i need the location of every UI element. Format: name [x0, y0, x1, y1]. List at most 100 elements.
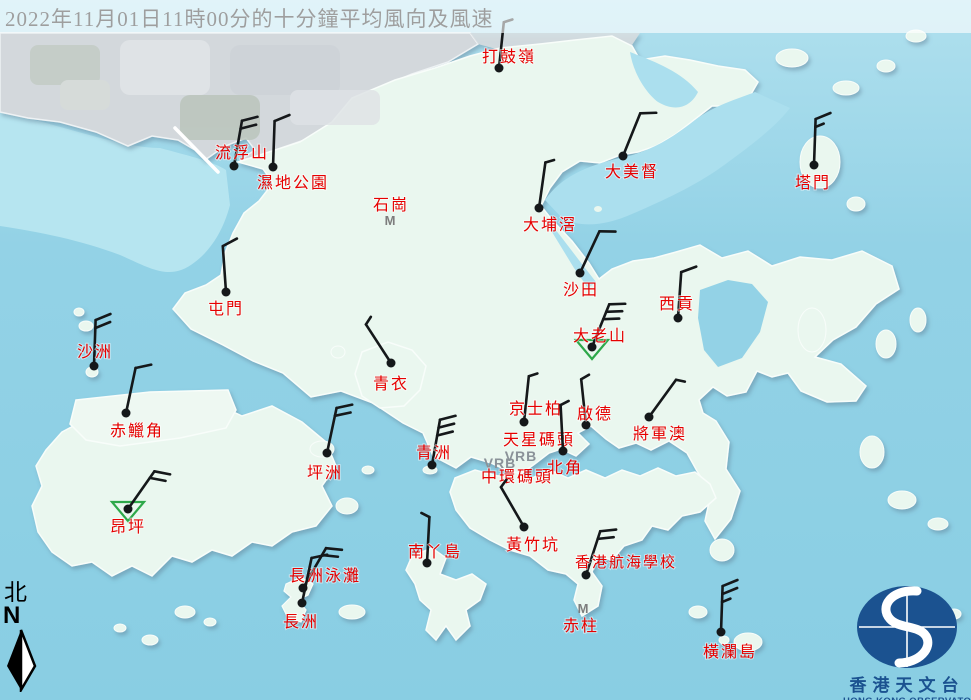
wind-barb-pole	[366, 324, 391, 363]
station-label: 大美督	[605, 163, 659, 181]
wind-barb-feather	[421, 513, 429, 517]
wind-barb-feather	[816, 113, 831, 119]
station-stanley: M赤柱	[563, 601, 599, 635]
station-dot	[645, 413, 654, 422]
hko-logo: 香港天文台 HONG KONG OBSERVATORY	[843, 585, 971, 700]
station-label: 塔門	[795, 174, 831, 192]
station-label: 坪洲	[307, 464, 343, 482]
station-green-island: 青洲	[416, 416, 456, 470]
station-sha-tin: 沙田	[563, 231, 615, 299]
station-dot	[717, 628, 726, 637]
station-dot	[810, 161, 819, 170]
wind-barb-pole	[223, 246, 226, 292]
station-chek-lap-kok: 赤鱲角	[110, 365, 164, 440]
wind-barb-feather	[598, 537, 614, 539]
north-arrow-icon	[3, 628, 39, 692]
station-ngong-ping: 昂坪	[110, 471, 170, 536]
station-tai-mei-tuk: 大美督	[605, 113, 659, 181]
station-dot	[520, 523, 529, 532]
wind-barb-feather	[676, 380, 685, 382]
wind-barb-feather	[95, 322, 110, 328]
station-label: 石崗	[373, 196, 409, 214]
station-dot	[559, 447, 568, 456]
wind-barb-feather	[366, 317, 371, 325]
wind-barb-feather	[723, 580, 738, 586]
wind-barb-feather	[275, 115, 290, 121]
station-wong-chuk-hang: 黃竹坑	[501, 480, 560, 554]
station-sha-chau: 沙洲	[77, 314, 113, 370]
compass-north: 北 N	[2, 581, 42, 692]
wind-barb-feather	[529, 373, 538, 376]
wind-barb-feather	[335, 412, 351, 415]
station-dot	[387, 359, 396, 368]
station-label: 沙田	[563, 282, 599, 299]
wind-barb-feather	[681, 267, 696, 273]
wind-barb-pole	[501, 487, 524, 527]
station-label: 濕地公園	[257, 174, 329, 192]
hko-name-en: HONG KONG OBSERVATORY	[843, 696, 971, 700]
station-label: 天星碼頭	[503, 431, 575, 449]
compass-label-en: N	[3, 604, 42, 628]
wind-barb-feather	[150, 478, 166, 481]
hko-name-zh: 香港天文台	[843, 671, 971, 696]
missing-data-flag: M	[385, 213, 396, 228]
station-dot	[619, 152, 628, 161]
station-dot	[124, 505, 133, 514]
wind-barb-feather	[545, 160, 554, 162]
wind-barb-pole	[649, 380, 676, 417]
stations-layer: 打鼓嶺流浮山濕地公園M石崗大美督塔門大埔滘沙田西貢大老山屯門沙洲赤鱲角青衣坪洲昂…	[0, 0, 971, 700]
wind-barb-feather	[154, 471, 170, 474]
station-tsing-yi: 青衣	[366, 317, 409, 393]
missing-data-flag: M	[578, 601, 589, 616]
station-waglan-island: 橫瀾島	[703, 580, 757, 661]
station-label: 赤柱	[563, 617, 599, 635]
wind-barb-feather	[606, 311, 622, 312]
compass-label-zh: 北	[4, 581, 42, 604]
station-sai-kung: 西貢	[659, 267, 696, 323]
wind-barb-pole	[623, 113, 640, 156]
station-label: 將軍澳	[633, 425, 687, 443]
station-dot	[298, 599, 307, 608]
station-label: 橫瀾島	[703, 643, 757, 661]
station-label: 青衣	[373, 375, 409, 393]
station-label: 中環碼頭	[481, 468, 553, 486]
station-dot	[535, 204, 544, 213]
station-label: 打鼓嶺	[482, 48, 536, 66]
wind-barb-feather	[440, 416, 456, 420]
station-label: 長洲泳灘	[289, 567, 361, 585]
wind-barb-feather	[439, 424, 455, 428]
wind-barb-pole	[126, 368, 136, 413]
station-label: 大老山	[573, 327, 627, 345]
station-label: 香港航海學校	[575, 553, 677, 571]
station-shek-kong: M石崗	[373, 196, 409, 228]
station-cheung-chau: 長洲	[283, 555, 327, 631]
wind-barb-feather	[603, 319, 619, 320]
hko-emblem-icon	[855, 585, 959, 669]
wind-barb-feather	[312, 555, 328, 558]
wind-barb-feather	[241, 125, 257, 129]
station-label: 西貢	[659, 296, 695, 313]
station-label: 大埔滘	[523, 216, 577, 234]
wind-barb-feather	[722, 588, 737, 594]
station-lau-fau-shan: 流浮山	[215, 117, 269, 171]
station-label: 長洲	[283, 613, 319, 631]
station-label: 屯門	[208, 300, 244, 318]
wind-barb-feather	[96, 314, 111, 320]
station-dot	[122, 409, 131, 418]
station-label: 南丫島	[408, 543, 462, 561]
station-label: 北角	[547, 459, 583, 477]
station-dot	[576, 269, 585, 278]
wind-barb-feather	[223, 239, 237, 247]
station-label: 流浮山	[215, 144, 269, 162]
station-dot	[674, 314, 683, 323]
station-dot	[582, 571, 591, 580]
station-tates-cairn: 大老山	[573, 304, 627, 359]
station-tai-po-kau: 大埔滘	[523, 160, 577, 234]
station-lamma-island: 南丫島	[408, 513, 462, 568]
station-hk-sea-school: 香港航海學校	[575, 530, 677, 580]
wind-barb-pole	[273, 121, 275, 167]
station-label: 黃竹坑	[506, 536, 560, 554]
wind-barb-feather	[437, 432, 453, 436]
wind-barb-feather	[326, 548, 342, 550]
station-dot	[90, 362, 99, 371]
